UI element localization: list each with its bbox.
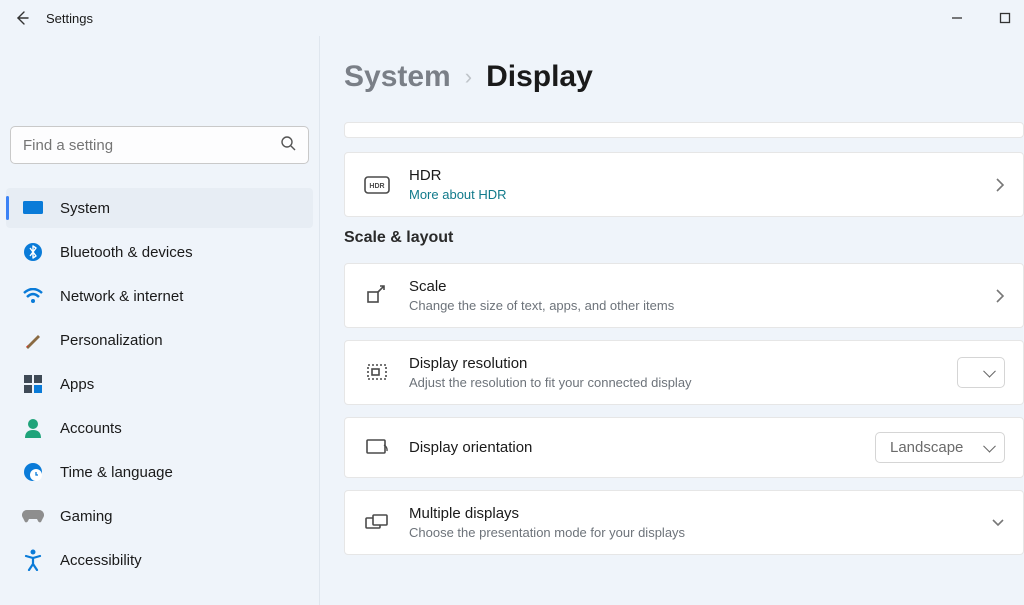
arrow-left-icon bbox=[14, 10, 30, 26]
sidebar-item-label: Accounts bbox=[60, 420, 122, 437]
row-title: Display resolution bbox=[409, 355, 939, 372]
sidebar-item-label: Network & internet bbox=[60, 288, 183, 305]
sidebar-item-label: System bbox=[60, 200, 110, 217]
sidebar-item-personalization[interactable]: Personalization bbox=[6, 320, 313, 360]
sidebar: System Bluetooth & devices Network & int… bbox=[0, 36, 320, 605]
row-resolution[interactable]: Display resolution Adjust the resolution… bbox=[344, 340, 1024, 405]
row-subtitle: Choose the presentation mode for your di… bbox=[409, 525, 973, 540]
row-title: Scale bbox=[409, 278, 977, 295]
apps-icon bbox=[22, 373, 44, 395]
back-button[interactable] bbox=[10, 6, 34, 30]
orientation-icon bbox=[363, 434, 391, 462]
orientation-value: Landscape bbox=[890, 439, 963, 456]
search-input[interactable] bbox=[10, 126, 309, 164]
gamepad-icon bbox=[22, 505, 44, 527]
title-bar: Settings bbox=[0, 0, 1024, 36]
section-scale-layout: Scale & layout bbox=[344, 229, 1024, 247]
card-edge-strip bbox=[344, 122, 1024, 138]
wifi-icon bbox=[22, 285, 44, 307]
row-subtitle: Change the size of text, apps, and other… bbox=[409, 298, 977, 313]
row-orientation[interactable]: Display orientation Landscape bbox=[344, 417, 1024, 478]
globe-clock-icon bbox=[22, 461, 44, 483]
sidebar-item-label: Apps bbox=[60, 376, 94, 393]
page-title: Display bbox=[486, 60, 593, 94]
sidebar-item-bluetooth[interactable]: Bluetooth & devices bbox=[6, 232, 313, 272]
breadcrumb: System › Display bbox=[344, 60, 1024, 94]
window-title: Settings bbox=[46, 11, 93, 26]
row-title: Multiple displays bbox=[409, 505, 973, 522]
resolution-icon bbox=[363, 359, 391, 387]
hdr-icon: HDR bbox=[363, 171, 391, 199]
sidebar-item-label: Bluetooth & devices bbox=[60, 244, 193, 261]
accessibility-icon bbox=[22, 549, 44, 571]
scale-icon bbox=[363, 282, 391, 310]
chevron-right-icon bbox=[995, 288, 1005, 304]
sidebar-item-label: Personalization bbox=[60, 332, 163, 349]
chevron-down-icon bbox=[991, 518, 1005, 528]
breadcrumb-base[interactable]: System bbox=[344, 60, 451, 94]
window-controls bbox=[948, 9, 1024, 27]
maximize-button[interactable] bbox=[996, 9, 1014, 27]
row-link[interactable]: More about HDR bbox=[409, 187, 977, 202]
display-icon bbox=[22, 197, 44, 219]
sidebar-item-accounts[interactable]: Accounts bbox=[6, 408, 313, 448]
resolution-select[interactable] bbox=[957, 357, 1005, 388]
nav-list: System Bluetooth & devices Network & int… bbox=[6, 188, 313, 580]
row-title: HDR bbox=[409, 167, 977, 184]
sidebar-item-gaming[interactable]: Gaming bbox=[6, 496, 313, 536]
orientation-select[interactable]: Landscape bbox=[875, 432, 1005, 463]
row-scale[interactable]: Scale Change the size of text, apps, and… bbox=[344, 263, 1024, 328]
sidebar-item-network[interactable]: Network & internet bbox=[6, 276, 313, 316]
search-field[interactable] bbox=[23, 137, 280, 154]
sidebar-item-label: Accessibility bbox=[60, 552, 142, 569]
row-subtitle: Adjust the resolution to fit your connec… bbox=[409, 375, 939, 390]
sidebar-item-apps[interactable]: Apps bbox=[6, 364, 313, 404]
row-title: Display orientation bbox=[409, 439, 857, 456]
row-hdr[interactable]: HDR HDR More about HDR bbox=[344, 152, 1024, 217]
main-content: System › Display HDR HDR More about HDR … bbox=[320, 36, 1024, 605]
chevron-right-icon: › bbox=[465, 64, 472, 90]
minimize-button[interactable] bbox=[948, 9, 966, 27]
svg-text:HDR: HDR bbox=[369, 183, 384, 190]
chevron-right-icon bbox=[995, 177, 1005, 193]
person-icon bbox=[22, 417, 44, 439]
sidebar-item-accessibility[interactable]: Accessibility bbox=[6, 540, 313, 580]
row-multiple-displays[interactable]: Multiple displays Choose the presentatio… bbox=[344, 490, 1024, 555]
paintbrush-icon bbox=[22, 329, 44, 351]
bluetooth-icon bbox=[22, 241, 44, 263]
sidebar-item-label: Time & language bbox=[60, 464, 173, 481]
sidebar-item-label: Gaming bbox=[60, 508, 113, 525]
search-icon bbox=[280, 135, 296, 156]
sidebar-item-time[interactable]: Time & language bbox=[6, 452, 313, 492]
sidebar-item-system[interactable]: System bbox=[6, 188, 313, 228]
multidisplay-icon bbox=[363, 509, 391, 537]
